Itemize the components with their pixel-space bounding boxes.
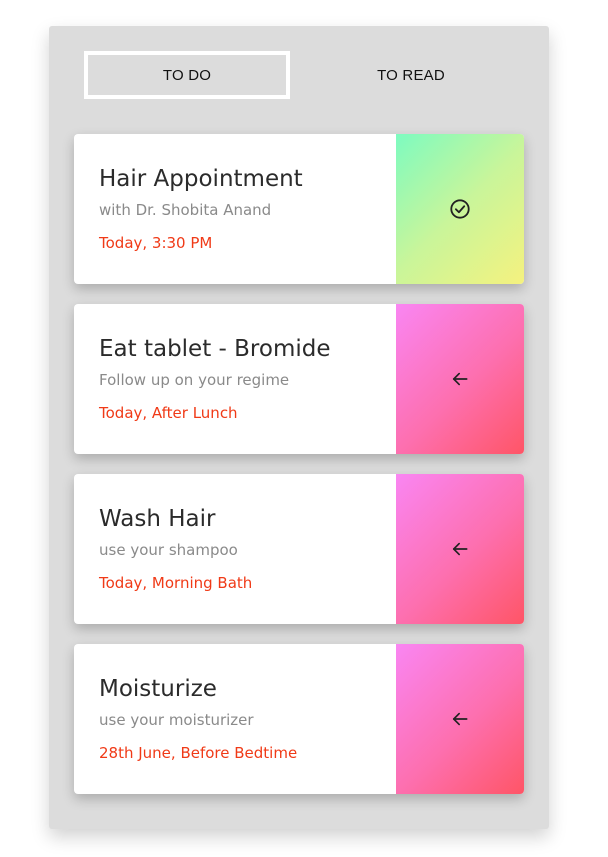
task-title: Wash Hair	[99, 506, 216, 532]
tab-to-read[interactable]: TO READ	[308, 51, 514, 99]
task-card-body: Eat tablet - Bromide Follow up on your r…	[74, 304, 396, 454]
task-card-wash-hair: Wash Hair use your shampoo Today, Mornin…	[74, 474, 524, 624]
task-card-moisturize: Moisturize use your moisturizer 28th Jun…	[74, 644, 524, 794]
task-card-body: Wash Hair use your shampoo Today, Mornin…	[74, 474, 396, 624]
task-title: Moisturize	[99, 676, 217, 702]
swipe-back-button[interactable]	[396, 304, 524, 454]
task-time: 28th June, Before Bedtime	[99, 744, 298, 762]
check-circle-icon	[450, 199, 470, 219]
task-time: Today, 3:30 PM	[99, 234, 213, 252]
mark-done-button[interactable]	[396, 134, 524, 284]
task-subtitle: use your shampoo	[99, 541, 238, 559]
swipe-back-button[interactable]	[396, 474, 524, 624]
task-title: Eat tablet - Bromide	[99, 336, 331, 362]
tab-to-read-label: TO READ	[377, 66, 445, 84]
task-card-body: Hair Appointment with Dr. Shobita Anand …	[74, 134, 396, 284]
tab-to-do-label: TO DO	[162, 66, 212, 84]
task-time: Today, After Lunch	[99, 404, 238, 422]
todo-panel: TO DO TO READ Hair Appointment with Dr. …	[49, 26, 549, 829]
task-card-eat-tablet: Eat tablet - Bromide Follow up on your r…	[74, 304, 524, 454]
tab-to-do[interactable]: TO DO	[84, 51, 290, 99]
task-subtitle: use your moisturizer	[99, 711, 254, 729]
task-subtitle: with Dr. Shobita Anand	[99, 201, 272, 219]
task-card-hair-appointment: Hair Appointment with Dr. Shobita Anand …	[74, 134, 524, 284]
arrow-left-icon	[452, 542, 468, 556]
tab-bar: TO DO TO READ	[84, 51, 514, 99]
task-time: Today, Morning Bath	[99, 574, 253, 592]
arrow-left-icon	[452, 372, 468, 386]
swipe-back-button[interactable]	[396, 644, 524, 794]
task-subtitle: Follow up on your regime	[99, 371, 290, 389]
task-title: Hair Appointment	[99, 166, 303, 192]
task-card-body: Moisturize use your moisturizer 28th Jun…	[74, 644, 396, 794]
arrow-left-icon	[452, 712, 468, 726]
